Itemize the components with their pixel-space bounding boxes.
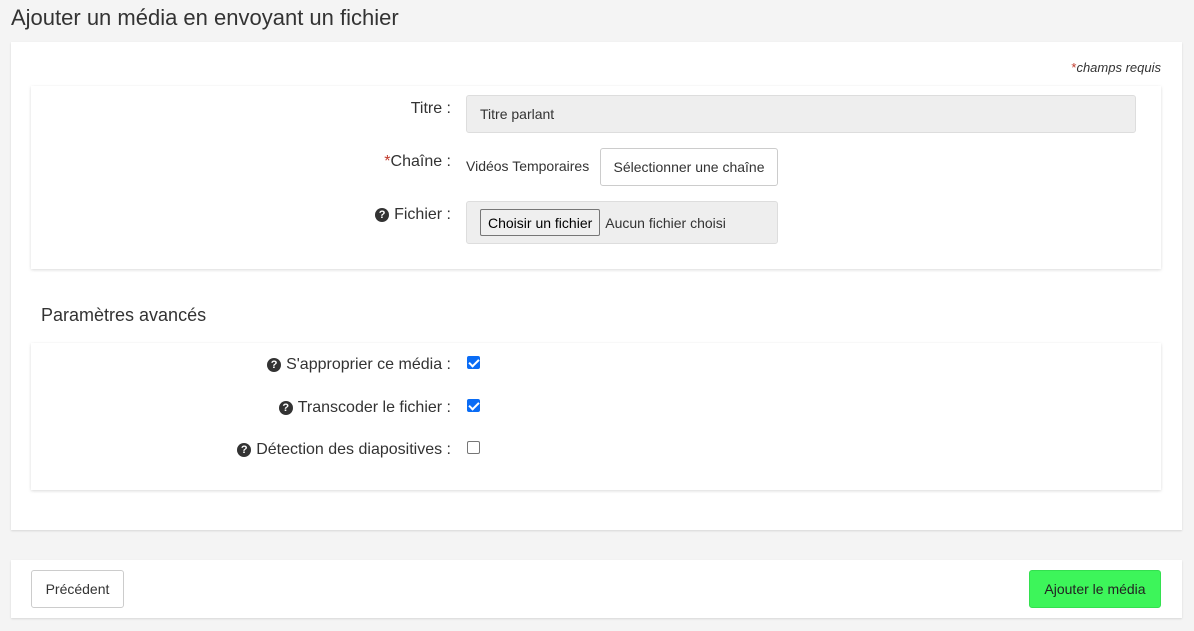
required-note-text: champs requis [1076,60,1161,75]
appropriate-media-label-text: S'approprier ce média : [286,356,451,373]
slide-detection-checkbox[interactable] [467,441,480,454]
media-form-panel: Titre : *Chaîne : Vidéos Temporaires Sél… [31,86,1161,269]
question-circle-icon: ? [278,401,293,415]
channel-value: Vidéos Temporaires [466,158,590,174]
question-circle-icon: ? [267,358,282,372]
advanced-settings-panel: ? S'approprier ce média : ? Transcoder le … [31,343,1161,490]
transcode-file-checkbox[interactable] [467,399,480,412]
file-input-box: Choisir un fichier Aucun fichier choisi [466,201,778,244]
appropriate-media-checkbox[interactable] [467,356,480,369]
transcode-file-label-text: Transcoder le fichier : [297,399,451,416]
select-channel-button[interactable]: Sélectionner une chaîne [600,148,778,186]
footer-bar: Précédent Ajouter le média [11,560,1182,618]
title-label: Titre : [411,100,451,118]
choose-file-button[interactable]: Choisir un fichier [480,209,601,236]
slide-detection-label: ? Détection des diapositives : [237,441,451,459]
file-label: ? Fichier : [375,206,451,224]
title-label-text: Titre : [410,100,451,117]
main-card: *champs requis Titre : *Chaîne : Vidéos … [11,42,1182,530]
question-circle-icon: ? [237,443,252,457]
slide-detection-label-text: Détection des diapositives : [256,441,451,458]
advanced-settings-title: Paramètres avancés [41,305,207,325]
page-title: Ajouter un média en envoyant un fichier [11,5,399,30]
add-media-button[interactable]: Ajouter le média [1029,570,1161,608]
channel-label-text: Chaîne : [390,153,451,170]
question-circle-icon: ? [375,208,390,222]
required-fields-note: *champs requis [1071,60,1161,75]
previous-button[interactable]: Précédent [31,570,124,608]
no-file-chosen-text: Aucun fichier choisi [605,214,726,231]
file-label-text: Fichier : [394,206,451,223]
channel-label: * Chaîne : [384,153,451,171]
appropriate-media-label: ? S'approprier ce média : [267,356,451,374]
transcode-file-label: ? Transcoder le fichier : [278,399,451,417]
title-input[interactable] [466,95,1136,133]
